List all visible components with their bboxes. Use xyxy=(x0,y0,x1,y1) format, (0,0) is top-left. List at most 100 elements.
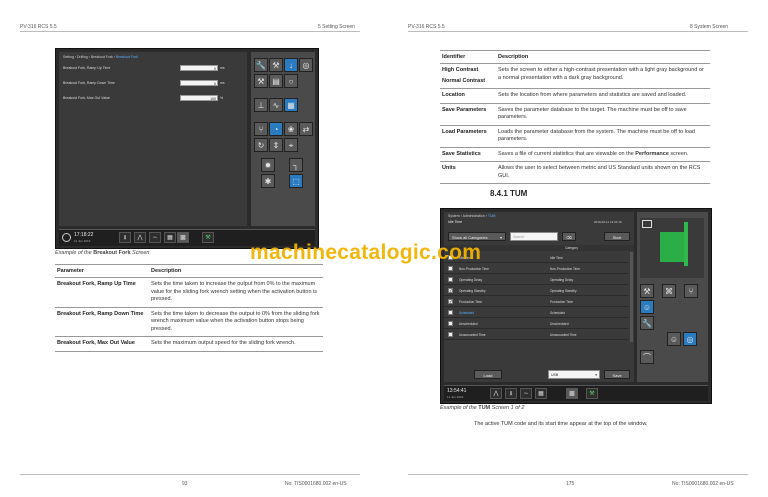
pipe-icon[interactable]: ⌖ xyxy=(284,138,298,152)
swap-icon[interactable]: ⇄ xyxy=(299,122,313,136)
col-identifier: Identifier xyxy=(440,50,496,64)
start-button[interactable]: Start xyxy=(604,232,630,241)
tum-heading: 8.4.1 TUM xyxy=(490,189,528,198)
list-item[interactable]: ✓ Production Time Production Time xyxy=(444,296,628,307)
clear-search-icon[interactable]: ⌫ xyxy=(562,232,576,241)
fan-icon[interactable]: ❀ xyxy=(284,122,298,136)
tum-start-time: 2019-06-11 12:01:16 xyxy=(594,220,622,224)
table-row: Save Statistics Saves a file of current … xyxy=(440,147,710,162)
service-wrench-icon[interactable]: 🔧 xyxy=(640,316,654,330)
operator-icon[interactable]: ☺ xyxy=(640,300,654,314)
gauge-icon[interactable]: ◔ xyxy=(269,122,283,136)
rig-status-icon[interactable]: ⚒ xyxy=(202,232,214,243)
tree-icon[interactable]: ⑂ xyxy=(684,284,698,298)
star-icon[interactable]: ✹ xyxy=(261,158,275,172)
cycle-icon[interactable]: ↻ xyxy=(254,138,268,152)
selected-icon[interactable]: ⬚ xyxy=(289,174,303,188)
search-input[interactable]: Search xyxy=(510,232,558,241)
drill-icon[interactable]: ↓ xyxy=(284,58,298,72)
network-icon[interactable]: ⌘ xyxy=(662,284,676,298)
pressure-icon[interactable]: ⋀ xyxy=(134,232,146,243)
param-name: Breakout Fork, Ramp Up Time xyxy=(55,277,149,308)
row-checkbox-checked[interactable]: ✓ xyxy=(448,288,453,293)
drill-head-icon[interactable]: ⚒ xyxy=(640,284,654,298)
max-out-unit: % xyxy=(220,96,224,100)
globe-icon[interactable]: ◎ xyxy=(299,58,313,72)
location-select[interactable]: USB ▾ xyxy=(548,370,600,379)
spark-icon[interactable]: ✱ xyxy=(261,174,275,188)
ramp-down-input[interactable]: 0 xyxy=(180,80,218,86)
boom-icon[interactable]: ⌒ xyxy=(640,350,654,364)
machine-icon[interactable]: ⫫ xyxy=(505,388,517,399)
list-scrollbar[interactable] xyxy=(630,252,633,342)
rig-body-shape xyxy=(660,232,686,262)
row-code: Operating Delay xyxy=(459,277,483,282)
tum-note: The active TUM code and its start time a… xyxy=(474,421,648,427)
wrench-icon[interactable]: 🔧 xyxy=(254,58,268,72)
apps-icon[interactable]: ▩ xyxy=(566,388,578,399)
ramp-up-input[interactable]: 0 xyxy=(180,65,218,71)
identifier-high-contrast: High Contrast xyxy=(442,67,479,73)
row-checkbox[interactable] xyxy=(448,266,453,271)
header-rule-right xyxy=(408,31,748,32)
arrows-icon[interactable]: ⇕ xyxy=(269,138,283,152)
list-item[interactable]: ✓ Operating Standby Operating Standby xyxy=(444,285,628,296)
caption-suffix: Screen 1 of 2 xyxy=(490,405,525,411)
tools-icon[interactable]: ⚒ xyxy=(254,74,268,88)
caption-bold: TUM xyxy=(478,405,491,411)
speed-icon[interactable]: ∼ xyxy=(149,232,161,243)
header-rule-left xyxy=(20,31,360,32)
speed-icon[interactable]: ∼ xyxy=(520,388,532,399)
row-category: Operating Standby xyxy=(550,288,577,293)
row-checkbox[interactable] xyxy=(448,321,453,326)
machine-icon[interactable]: ⫫ xyxy=(119,232,131,243)
identifier-desc: Allows the user to select between metric… xyxy=(496,161,710,184)
footer-left-docno: No: TIS0001680.002 en-US xyxy=(285,481,347,487)
breadcrumb-prefix: System › Administration › xyxy=(448,214,487,218)
clock-icon xyxy=(62,233,71,242)
col-description: Description xyxy=(149,264,323,278)
tum-breadcrumb: System › Administration › TUM xyxy=(448,214,495,218)
globe-settings-icon[interactable]: ◎ xyxy=(683,332,697,346)
profile-icon[interactable]: ☺ xyxy=(667,332,681,346)
param-label-ramp-up: Breakout Fork, Ramp Up Time xyxy=(63,66,111,70)
max-out-input[interactable]: 100 xyxy=(180,95,218,101)
table-row: Location Sets the location from where pa… xyxy=(440,88,710,104)
row-checkbox[interactable] xyxy=(448,310,453,315)
tum-active-code: Idle Time xyxy=(448,220,463,224)
list-item[interactable]: Unaccounted Time Unaccounted Time xyxy=(444,329,628,340)
footer-rule-left xyxy=(20,474,360,475)
load-button[interactable]: Load xyxy=(474,370,502,379)
save-button[interactable]: Save xyxy=(604,370,630,379)
fork-icon[interactable]: ⑂ xyxy=(254,122,268,136)
wave-icon[interactable]: ∿ xyxy=(269,98,283,112)
param-desc: Sets the time taken to increase the outp… xyxy=(149,277,323,308)
lift-icon[interactable]: ⊥ xyxy=(254,98,268,112)
breadcrumb-prefix: Setting › Drilling › Breakout Fork › xyxy=(63,55,115,59)
grid-icon[interactable]: ▦ xyxy=(284,98,298,112)
list-item[interactable]: Unscheduled Unscheduled xyxy=(444,318,628,329)
header-left-section: 5 Setting Screen xyxy=(318,24,355,30)
row-checkbox[interactable] xyxy=(448,332,453,337)
rod-icon[interactable]: ┐ xyxy=(289,158,303,172)
apps-icon[interactable]: ▩ xyxy=(177,232,189,243)
hammer-icon[interactable]: ⚒ xyxy=(269,58,283,72)
ring-icon[interactable]: ○ xyxy=(284,74,298,88)
status-time: 17:18:22 xyxy=(74,232,94,238)
list-item[interactable]: Scheduled Scheduled xyxy=(444,307,628,318)
box-icon[interactable]: ▤ xyxy=(269,74,283,88)
camera-view-icon[interactable] xyxy=(642,220,652,228)
menu-grid-icon[interactable]: ▦ xyxy=(535,388,547,399)
param-name: Breakout Fork, Max Out Value xyxy=(55,336,149,352)
rig-status-icon[interactable]: ⚒ xyxy=(586,388,598,399)
tum-code-list: Idle Time Idle Time Non-Production Time No… xyxy=(444,252,634,342)
pressure-icon[interactable]: ⋀ xyxy=(490,388,502,399)
param-label-max-out: Breakout Fork, Max Out Value xyxy=(63,96,110,100)
identifier-cell: High Contrast Normal Contrast xyxy=(440,63,496,89)
row-checkbox-checked[interactable]: ✓ xyxy=(448,299,453,304)
list-item[interactable]: Operating Delay Operating Delay xyxy=(444,274,628,285)
menu-grid-icon[interactable]: ▦ xyxy=(164,232,176,243)
category-filter-select[interactable]: Show all Categories ▾ xyxy=(448,232,506,241)
row-checkbox[interactable] xyxy=(448,277,453,282)
table-row: Save Parameters Saves the parameter data… xyxy=(440,103,710,126)
